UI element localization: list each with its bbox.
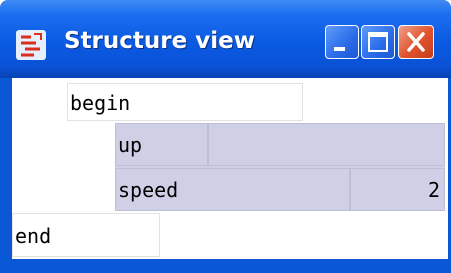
structure-app-icon (16, 30, 46, 60)
maximize-icon (368, 32, 388, 52)
begin-label: begin (70, 91, 131, 115)
window-title: Structure view (64, 28, 255, 54)
speed-block[interactable]: speed (115, 168, 350, 211)
close-button[interactable] (398, 25, 434, 59)
up-block-filler (208, 123, 445, 166)
structure-panel: begin up speed 2 end (12, 78, 448, 259)
maximize-button[interactable] (361, 25, 395, 59)
begin-block[interactable]: begin (67, 83, 303, 121)
minimize-button[interactable] (325, 25, 359, 59)
title-bar[interactable]: Structure view (0, 0, 451, 78)
up-block[interactable]: up (115, 123, 208, 166)
close-icon (407, 32, 425, 52)
speed-value: 2 (427, 178, 440, 202)
speed-value-field[interactable]: 2 (350, 168, 445, 211)
end-label: end (15, 224, 52, 248)
minimize-icon (334, 47, 345, 51)
speed-label: speed (118, 178, 179, 202)
up-label: up (118, 133, 143, 157)
end-block[interactable]: end (12, 213, 160, 257)
structure-view-window: Structure view begin up speed 2 end (0, 0, 451, 273)
